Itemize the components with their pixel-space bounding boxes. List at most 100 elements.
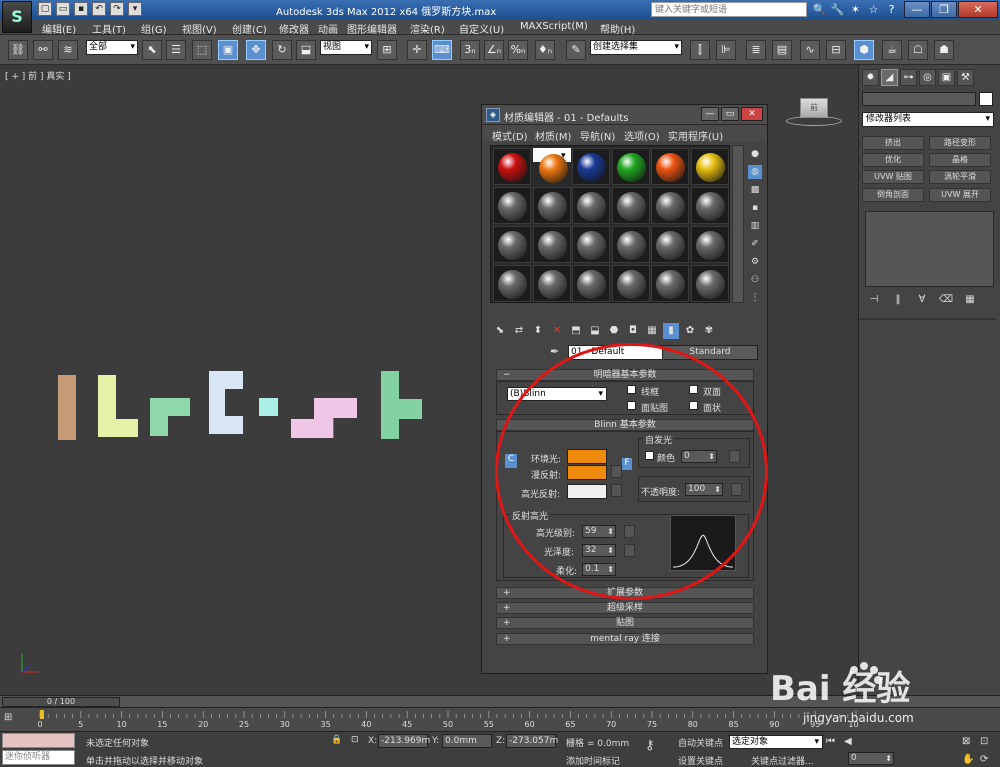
render-production-icon[interactable]: ☗ bbox=[934, 40, 954, 60]
sample-slot[interactable] bbox=[572, 148, 610, 185]
lock-diffuse-map-button[interactable]: F bbox=[622, 458, 632, 470]
put-to-library-icon[interactable]: ⬓ bbox=[587, 323, 603, 339]
sample-slot[interactable] bbox=[493, 187, 531, 224]
select-by-name-icon[interactable]: ☰ bbox=[166, 40, 186, 60]
search-icon[interactable]: 🔍 bbox=[812, 2, 827, 17]
favorite-icon[interactable]: ☆ bbox=[866, 2, 881, 17]
material-map-navigator-icon[interactable]: ⋮ bbox=[748, 291, 762, 305]
display-tab-icon[interactable]: ▣ bbox=[938, 69, 955, 86]
soften-spinner[interactable]: 0.1 bbox=[582, 563, 616, 576]
sample-slot[interactable] bbox=[493, 265, 531, 302]
block-7b[interactable] bbox=[381, 399, 422, 419]
viewcube[interactable]: 前 bbox=[800, 98, 828, 118]
link-icon[interactable]: ⛓ bbox=[8, 40, 28, 60]
configure-modifier-sets-icon[interactable]: ▦ bbox=[962, 292, 978, 308]
show-end-result-stack-icon[interactable]: ‖ bbox=[890, 292, 906, 308]
schematic-view-icon[interactable]: ⊟ bbox=[826, 40, 846, 60]
motion-tab-icon[interactable]: ◎ bbox=[919, 69, 936, 86]
rendered-frame-icon[interactable]: ☖ bbox=[908, 40, 928, 60]
faceted-checkbox[interactable] bbox=[689, 401, 698, 410]
menu-rendering[interactable]: 渲染(R) bbox=[410, 21, 445, 36]
qat-dropdown-icon[interactable]: ▾ bbox=[128, 2, 142, 16]
sample-slot[interactable] bbox=[651, 265, 689, 302]
diffuse-color-swatch[interactable] bbox=[567, 465, 607, 480]
glossiness-map-button[interactable] bbox=[624, 544, 635, 557]
menu-group[interactable]: 组(G) bbox=[141, 21, 167, 36]
blinn-rollout[interactable]: Blinn 基本参数 bbox=[496, 419, 754, 431]
select-scale-icon[interactable]: ⬓ bbox=[296, 40, 316, 60]
show-map-icon[interactable]: ◘ bbox=[625, 323, 641, 339]
options-icon[interactable]: ⚙ bbox=[748, 255, 762, 269]
track-ruler[interactable]: 0 5 10 15 20 25 30 35 40 45 50 55 60 65 70 75 80 85 90 95 10… bbox=[38, 709, 858, 729]
sample-slot[interactable] bbox=[532, 226, 571, 263]
maximize-viewport-icon[interactable]: ⊡ bbox=[980, 736, 988, 747]
sample-slot[interactable] bbox=[651, 148, 689, 185]
modifier-optimize-button[interactable]: 优化 bbox=[862, 153, 924, 167]
modifier-stack[interactable] bbox=[865, 211, 994, 287]
align-icon[interactable]: ⊫ bbox=[716, 40, 736, 60]
star-icon[interactable]: ✶ bbox=[848, 2, 863, 17]
sample-slot[interactable] bbox=[690, 265, 729, 302]
keyboard-shortcut-icon[interactable]: ⌨ bbox=[432, 40, 452, 60]
sample-slot[interactable] bbox=[690, 226, 729, 263]
get-material-icon[interactable]: ⬊ bbox=[492, 323, 508, 339]
select-manipulate-icon[interactable]: ✛ bbox=[407, 40, 427, 60]
sample-slot[interactable] bbox=[572, 226, 610, 263]
wire-checkbox[interactable] bbox=[627, 385, 636, 394]
sample-slot[interactable] bbox=[611, 187, 650, 224]
sample-slot-scrollbar[interactable] bbox=[732, 145, 744, 303]
material-type-button[interactable]: Standard bbox=[662, 345, 758, 360]
show-end-result-icon[interactable]: ▦ bbox=[644, 323, 660, 339]
pick-from-object-icon[interactable]: ✾ bbox=[701, 323, 717, 339]
sample-slot[interactable] bbox=[572, 265, 610, 302]
menu-animation[interactable]: 动画 bbox=[318, 21, 338, 36]
spec-level-map-button[interactable] bbox=[624, 525, 635, 538]
current-frame-spinner[interactable]: 0 bbox=[848, 752, 894, 765]
me-minimize-button[interactable]: — bbox=[701, 107, 719, 121]
supersampling-rollout[interactable]: + 超级采样 bbox=[496, 602, 754, 614]
modifier-path-deform-button[interactable]: 路径变形 bbox=[929, 136, 991, 150]
modifier-unwrap-uvw-button[interactable]: UVW 展开 bbox=[929, 188, 991, 202]
put-to-scene-icon[interactable]: ⇄ bbox=[511, 323, 527, 339]
ambient-color-swatch[interactable] bbox=[567, 449, 607, 464]
block-4c[interactable] bbox=[209, 416, 243, 434]
me-close-button[interactable]: ✕ bbox=[741, 107, 763, 121]
graphite-tools-icon[interactable]: ▤ bbox=[772, 40, 792, 60]
menu-graph-editors[interactable]: 图形编辑器 bbox=[347, 21, 397, 36]
lock-selection-icon[interactable]: 🔒 bbox=[331, 735, 342, 745]
eyedropper-icon[interactable]: ✒ bbox=[550, 345, 564, 359]
lock-ambient-diffuse-button[interactable]: C bbox=[505, 454, 517, 468]
menu-maxscript[interactable]: MAXScript(M) bbox=[520, 21, 588, 32]
snap-3d-icon[interactable]: 3ₙ bbox=[460, 40, 480, 60]
open-icon[interactable]: ▭ bbox=[56, 2, 70, 16]
tools-icon[interactable]: 🔧 bbox=[830, 2, 845, 17]
self-illum-color-checkbox[interactable] bbox=[645, 451, 654, 460]
sample-slot[interactable] bbox=[611, 226, 650, 263]
maxscript-mini-listener[interactable]: 迷你侦听器 bbox=[2, 750, 75, 765]
select-object-icon[interactable]: ⬉ bbox=[142, 40, 162, 60]
mirror-icon[interactable]: ⫿ bbox=[690, 40, 710, 60]
maximize-button[interactable]: ❐ bbox=[931, 1, 957, 18]
menu-modifiers[interactable]: 修改器 bbox=[279, 21, 309, 36]
material-editor-titlebar[interactable]: ◈ 材质编辑器 - 01 - Defaults — ▭ ✕ bbox=[482, 105, 767, 125]
make-preview-icon[interactable]: ✐ bbox=[748, 237, 762, 251]
spec-level-spinner[interactable]: 59 bbox=[582, 525, 616, 538]
modifier-extrude-button[interactable]: 挤出 bbox=[862, 136, 924, 150]
spinner-snap-icon[interactable]: ♦ₙ bbox=[535, 40, 555, 60]
selection-filter-select[interactable]: 全部 bbox=[86, 40, 138, 55]
sample-slot[interactable] bbox=[532, 148, 571, 183]
x-coordinate-field[interactable]: -213.969m bbox=[378, 734, 430, 748]
opacity-map-button[interactable] bbox=[731, 483, 742, 496]
pan-view-icon[interactable]: ✋ bbox=[962, 754, 974, 765]
zoom-extents-icon[interactable]: ⊠ bbox=[962, 736, 970, 747]
object-name-field[interactable] bbox=[862, 92, 976, 106]
menu-customize[interactable]: 自定义(U) bbox=[459, 21, 504, 36]
angle-snap-icon[interactable]: ∠ₙ bbox=[484, 40, 504, 60]
render-setup-icon[interactable]: ☕ bbox=[882, 40, 902, 60]
object-color-swatch[interactable] bbox=[979, 92, 993, 106]
background-icon[interactable]: ▩ bbox=[748, 183, 762, 197]
viewcube-ring[interactable] bbox=[786, 116, 842, 126]
z-coordinate-field[interactable]: -273.057m bbox=[506, 734, 558, 748]
material-id-icon[interactable]: ⬣ bbox=[606, 323, 622, 339]
minimize-button[interactable]: — bbox=[904, 1, 930, 18]
